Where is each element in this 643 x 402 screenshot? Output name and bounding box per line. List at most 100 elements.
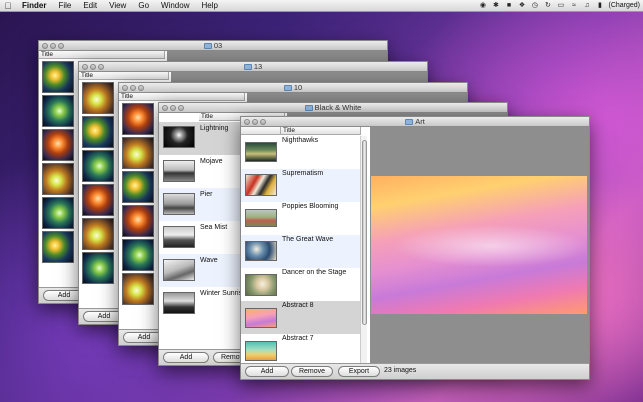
add-button[interactable]: Add — [163, 352, 209, 363]
zoom-button[interactable] — [260, 119, 266, 125]
item-title: Dancer on the Stage — [282, 269, 347, 276]
thumbnail[interactable] — [42, 95, 74, 127]
title-column-header[interactable]: Title — [39, 51, 165, 59]
thumbnail[interactable] — [82, 252, 114, 284]
menu-help[interactable]: Help — [195, 1, 223, 10]
close-button[interactable] — [162, 105, 168, 111]
menu-window[interactable]: Window — [155, 1, 195, 10]
thumbnail[interactable] — [122, 273, 154, 305]
item-title: Sea Mist — [200, 224, 228, 231]
thumbnail[interactable] — [122, 171, 154, 203]
list-item[interactable]: Nighthawks — [241, 136, 361, 169]
minimize-button[interactable] — [130, 85, 136, 91]
item-title: Wave — [200, 257, 218, 264]
export-button[interactable]: Export — [338, 366, 380, 377]
folder-icon — [304, 105, 313, 111]
window-03-titlebar[interactable]: 03 — [39, 41, 387, 51]
thumbnail[interactable] — [82, 218, 114, 250]
thumbnail[interactable] — [42, 163, 74, 195]
list-item[interactable]: Suprematism — [241, 169, 361, 202]
thumbnail[interactable] — [82, 82, 114, 114]
thumbnail — [163, 292, 195, 314]
screen-icon[interactable]: ▭ — [556, 2, 565, 10]
window-title: 13 — [253, 62, 263, 71]
item-title: Nighthawks — [282, 137, 319, 144]
window-bw-titlebar[interactable]: Black & White — [159, 103, 507, 113]
close-button[interactable] — [42, 43, 48, 49]
close-button[interactable] — [244, 119, 250, 125]
list-scrollbar[interactable] — [360, 136, 367, 364]
thumbnail — [163, 226, 195, 248]
add-button[interactable]: Add — [245, 366, 289, 377]
folder-icon — [243, 64, 252, 70]
wifi-icon[interactable]: ≈ — [569, 2, 578, 10]
battery-icon[interactable]: ▮ — [595, 2, 604, 10]
apple-menu-icon[interactable]:  — [0, 1, 16, 11]
zoom-button[interactable] — [178, 105, 184, 111]
thumbnail[interactable] — [82, 184, 114, 216]
menu-bar:  Finder File Edit View Go Window Help ◉… — [0, 0, 643, 12]
thumbnail[interactable] — [122, 239, 154, 271]
thumbnail — [163, 126, 195, 148]
volume-icon[interactable]: ♫ — [582, 2, 591, 10]
thumbnail — [163, 193, 195, 215]
battery-status-text: (Charged) — [608, 2, 640, 9]
status-app-icon[interactable]: ◉ — [478, 2, 487, 10]
remove-button[interactable]: Remove — [291, 366, 333, 377]
thumbnail — [163, 259, 195, 281]
menu-edit[interactable]: Edit — [77, 1, 103, 10]
thumbnail[interactable] — [82, 116, 114, 148]
scrollbar-knob[interactable] — [362, 140, 367, 325]
window-title: Art — [415, 117, 425, 126]
menu-view[interactable]: View — [103, 1, 132, 10]
thumbnail — [245, 241, 277, 261]
minimize-button[interactable] — [252, 119, 258, 125]
title-column-header[interactable]: Title — [281, 127, 361, 135]
list-item[interactable]: Abstract 8 — [241, 301, 361, 334]
thumbnail[interactable] — [42, 129, 74, 161]
minimize-button[interactable] — [90, 64, 96, 70]
list-item[interactable]: Dancer on the Stage — [241, 268, 361, 301]
item-title: Mojave — [200, 158, 223, 165]
folder-icon — [283, 85, 292, 91]
window-10-titlebar[interactable]: 10 — [119, 83, 467, 93]
thumbnail[interactable] — [82, 150, 114, 182]
title-column-header[interactable]: Title — [79, 72, 169, 80]
zoom-button[interactable] — [138, 85, 144, 91]
menu-app-name[interactable]: Finder — [16, 1, 52, 10]
list-item[interactable]: The Great Wave — [241, 235, 361, 268]
menu-file[interactable]: File — [52, 1, 77, 10]
image-column-header[interactable] — [241, 127, 281, 135]
bluetooth-icon[interactable]: ✱ — [491, 2, 500, 10]
thumbnail[interactable] — [42, 197, 74, 229]
thumbnail[interactable] — [122, 103, 154, 135]
thumbnail — [245, 341, 277, 361]
window-art-titlebar[interactable]: Art — [241, 117, 589, 127]
time-machine-icon[interactable]: ↻ — [543, 2, 552, 10]
thumbnail[interactable] — [42, 61, 74, 93]
minimize-button[interactable] — [170, 105, 176, 111]
item-title: The Great Wave — [282, 236, 334, 243]
zoom-button[interactable] — [98, 64, 104, 70]
minimize-button[interactable] — [50, 43, 56, 49]
thumbnail — [245, 274, 277, 296]
thumbnail — [245, 174, 277, 196]
menu-go[interactable]: Go — [132, 1, 155, 10]
thumbnail[interactable] — [122, 137, 154, 169]
dropbox-icon[interactable]: ❖ — [517, 2, 526, 10]
item-title: Poppies Blooming — [282, 203, 339, 210]
thumbnail[interactable] — [122, 205, 154, 237]
zoom-button[interactable] — [58, 43, 64, 49]
item-title: Lightning — [200, 125, 229, 132]
thumbnail[interactable] — [42, 231, 74, 263]
list-item[interactable]: Poppies Blooming — [241, 202, 361, 235]
clock-icon[interactable]: ◷ — [530, 2, 539, 10]
window-13-titlebar[interactable]: 13 — [79, 62, 427, 72]
close-button[interactable] — [122, 85, 128, 91]
item-title: Suprematism — [282, 170, 324, 177]
thumbnail — [245, 209, 277, 227]
image-preview — [371, 176, 587, 314]
title-column-header[interactable]: Title — [119, 93, 245, 101]
close-button[interactable] — [82, 64, 88, 70]
status-square-icon[interactable]: ■ — [504, 2, 513, 10]
